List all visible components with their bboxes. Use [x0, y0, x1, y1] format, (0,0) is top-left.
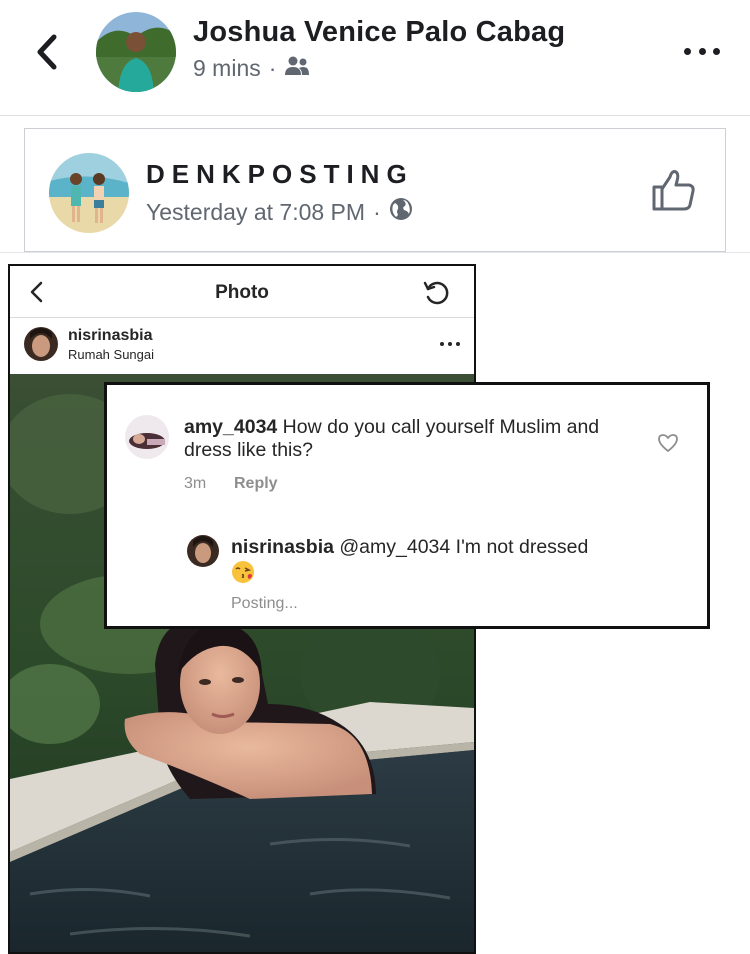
back-chevron-icon[interactable]	[30, 32, 64, 72]
reply-text: nisrinasbia @amy_4034 I'm not dressed	[231, 536, 651, 559]
meta-separator: ·	[268, 55, 277, 81]
heart-icon[interactable]	[657, 433, 679, 453]
comment-text: amy_4034 How do you call yourself Muslim…	[184, 416, 614, 462]
ig-username: nisrinasbia	[68, 327, 153, 344]
ig-location: Rumah Sungai	[68, 347, 154, 362]
author-name[interactable]: Joshua Venice Palo Cabag	[193, 16, 565, 49]
comment-time: 3m	[184, 475, 207, 492]
reply-username[interactable]: nisrinasbia	[231, 536, 334, 558]
ig-refresh-icon	[422, 278, 452, 308]
commenter-avatar	[125, 415, 169, 459]
shared-post-header: DENKPOSTING Yesterday at 7:08 PM ·	[24, 128, 726, 252]
shared-post-time[interactable]: Yesterday at 7:08 PM	[146, 199, 365, 226]
ig-more-icon	[440, 342, 460, 348]
author-avatar[interactable]	[96, 12, 176, 92]
comment-username[interactable]: amy_4034	[184, 416, 277, 438]
post-time: 9 mins	[193, 55, 261, 81]
post-header: Joshua Venice Palo Cabag 9 mins ·	[0, 0, 750, 116]
divider	[0, 252, 750, 253]
friends-icon	[284, 55, 310, 82]
ig-user-avatar	[24, 327, 58, 361]
post-meta: 9 mins ·	[193, 55, 310, 82]
meta-separator: ·	[373, 198, 381, 225]
ig-header: Photo	[10, 266, 474, 318]
ig-user-row: nisrinasbia Rumah Sungai	[10, 318, 474, 374]
posting-status: Posting...	[231, 595, 298, 612]
comment-overlay: amy_4034 How do you call yourself Muslim…	[104, 382, 710, 629]
more-options-icon[interactable]	[684, 44, 720, 58]
page-name[interactable]: DENKPOSTING	[146, 159, 414, 190]
page-avatar[interactable]	[49, 153, 129, 233]
reply-body: @amy_4034 I'm not dressed	[333, 536, 589, 558]
kiss-emoji-icon	[231, 560, 255, 584]
globe-icon	[389, 197, 413, 227]
shared-post-meta: Yesterday at 7:08 PM ·	[146, 197, 413, 227]
reply-avatar	[187, 535, 219, 567]
ig-title: Photo	[215, 282, 269, 303]
reply-button[interactable]: Reply	[234, 475, 278, 493]
like-icon[interactable]	[651, 167, 697, 213]
